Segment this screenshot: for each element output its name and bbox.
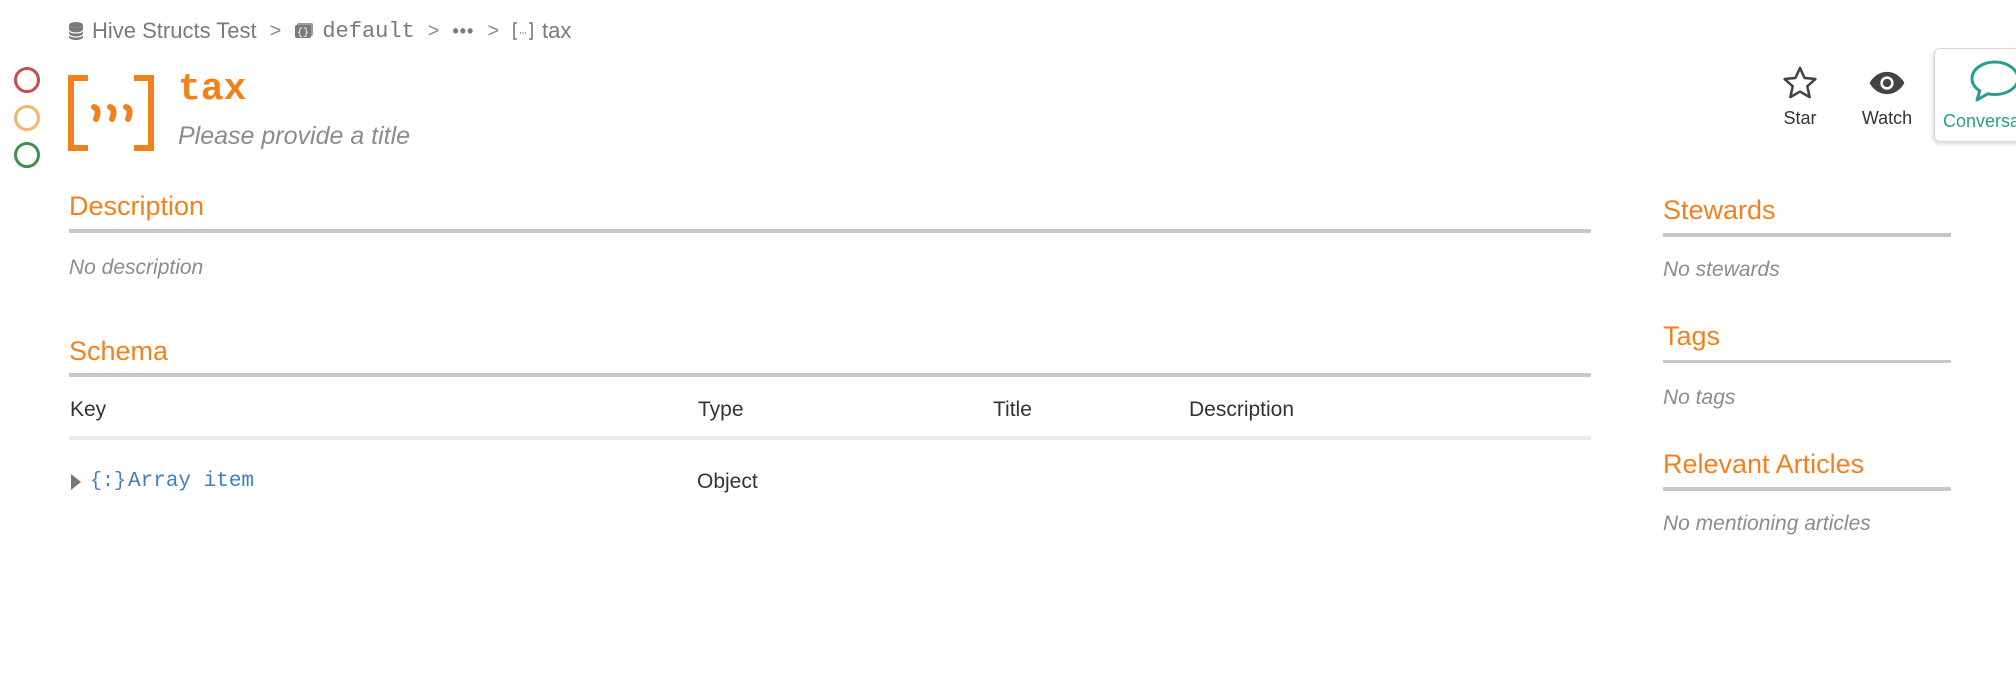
- svg-text:,,,: ,,,: [519, 25, 527, 35]
- breadcrumb-ellipsis[interactable]: •••: [452, 21, 474, 42]
- conversations-button[interactable]: Conversations: [1934, 48, 2016, 142]
- stewards-heading: Stewards: [1663, 195, 1776, 225]
- schema-row-type: Object: [697, 470, 758, 493]
- object-braces-icon: {:}: [90, 470, 127, 493]
- column-header-description[interactable]: Description: [1189, 398, 1294, 422]
- schema-divider: [69, 373, 1591, 377]
- database-icon: [68, 21, 84, 41]
- array-brackets-icon: [68, 75, 154, 156]
- description-divider: [69, 229, 1591, 233]
- table-row[interactable]: [69, 460, 1591, 506]
- schema-row-key[interactable]: {:}Array item: [90, 470, 254, 493]
- breadcrumb-schema-label: default: [322, 18, 415, 44]
- column-header-type[interactable]: Type: [698, 398, 744, 422]
- tags-heading: Tags: [1663, 321, 1721, 351]
- breadcrumb: Hive Structs Test > {} default > ••• > ,…: [68, 14, 571, 48]
- column-header-key[interactable]: Key: [70, 398, 106, 422]
- chevron-right-icon: >: [487, 19, 500, 42]
- status-circle-yellow[interactable]: [14, 105, 40, 131]
- star-icon: [1783, 66, 1817, 99]
- articles-heading: Relevant Articles: [1663, 449, 1865, 479]
- schema-row-key-label: Array item: [128, 470, 255, 493]
- column-header-title[interactable]: Title: [993, 398, 1032, 422]
- description-heading: Description: [69, 191, 205, 221]
- breadcrumb-current-label: tax: [542, 18, 572, 43]
- articles-empty: No mentioning articles: [1663, 512, 1871, 535]
- page-title: tax: [178, 68, 247, 111]
- chevron-right-icon: >: [269, 19, 282, 42]
- description-empty[interactable]: No description: [69, 256, 203, 280]
- chat-bubble-icon: [1970, 60, 2016, 102]
- table-header-divider: [69, 436, 1591, 440]
- expand-caret-icon[interactable]: [71, 474, 81, 490]
- eye-icon: [1869, 71, 1905, 95]
- status-circle-green[interactable]: [14, 142, 40, 168]
- tags-divider: [1663, 360, 1951, 363]
- breadcrumb-schema[interactable]: {} default: [294, 18, 415, 44]
- schema-heading: Schema: [69, 336, 169, 366]
- watch-label: Watch: [1861, 108, 1913, 128]
- watch-button[interactable]: Watch: [1847, 64, 1927, 129]
- conversations-label: Conversations: [1943, 111, 2016, 131]
- status-circle-red[interactable]: [14, 67, 40, 93]
- breadcrumb-database[interactable]: Hive Structs Test: [68, 18, 257, 44]
- stewards-divider: [1663, 233, 1951, 237]
- chevron-right-icon: >: [427, 19, 440, 42]
- array-brackets-icon: ,,,: [512, 21, 534, 41]
- tags-empty[interactable]: No tags: [1663, 386, 1735, 410]
- articles-divider: [1663, 487, 1951, 491]
- page-subtitle[interactable]: Please provide a title: [178, 122, 410, 151]
- star-label: Star: [1783, 108, 1817, 128]
- stewards-empty[interactable]: No stewards: [1663, 258, 1780, 282]
- breadcrumb-database-label: Hive Structs Test: [92, 18, 257, 43]
- star-button[interactable]: Star: [1760, 64, 1840, 129]
- svg-text:{}: {}: [297, 27, 309, 39]
- schema-icon: {}: [294, 22, 314, 40]
- breadcrumb-current[interactable]: ,,, tax: [512, 18, 571, 44]
